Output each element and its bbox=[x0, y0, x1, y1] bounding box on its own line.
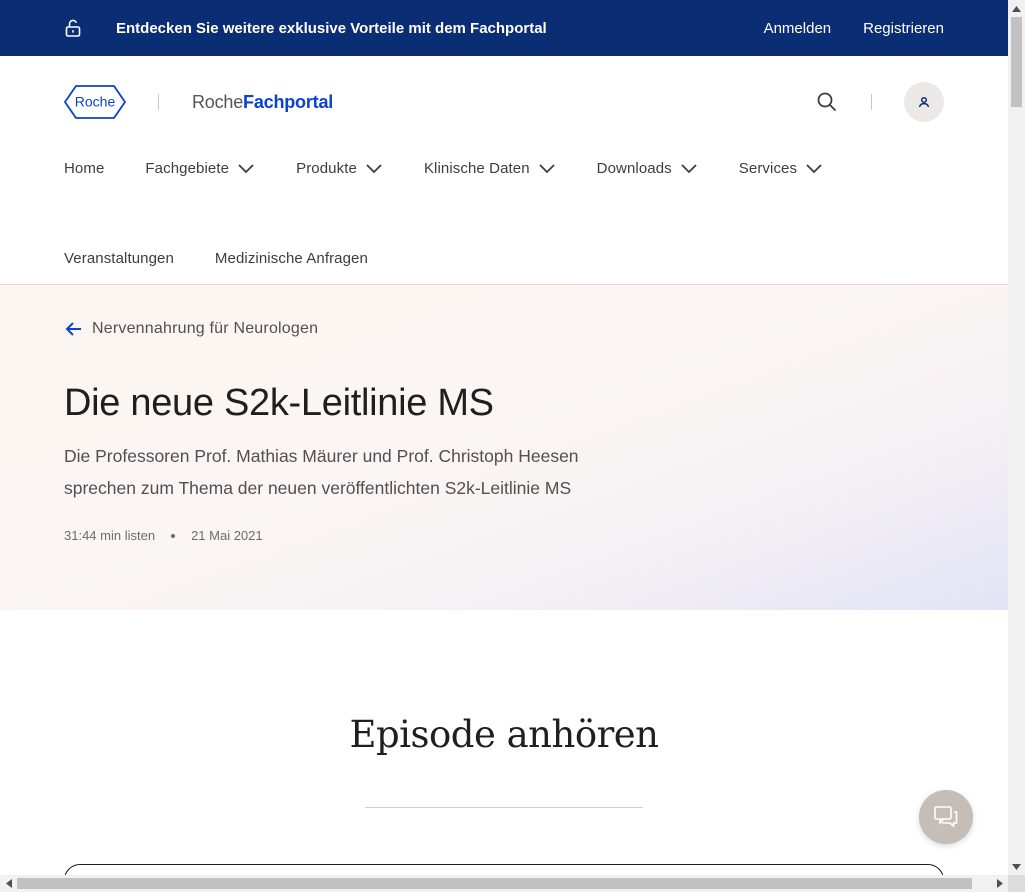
banner-auth-links: Anmelden Registrieren bbox=[764, 20, 944, 37]
chevron-down-icon bbox=[365, 159, 383, 177]
logo-text: Roche bbox=[75, 94, 116, 110]
horizontal-scrollbar[interactable] bbox=[0, 875, 1008, 892]
episode-section-title: Episode anhören bbox=[349, 713, 659, 756]
scrollbar-corner bbox=[1008, 875, 1025, 892]
brand-prefix: Roche bbox=[192, 91, 244, 112]
scroll-right-arrow-icon[interactable] bbox=[991, 875, 1008, 892]
header-divider-right bbox=[871, 94, 872, 110]
horizontal-scroll-thumb[interactable] bbox=[17, 878, 972, 889]
header-actions bbox=[816, 82, 944, 122]
nav-item-klinische-daten[interactable]: Klinische Daten bbox=[424, 159, 556, 177]
nav-item-produkte[interactable]: Produkte bbox=[296, 159, 383, 177]
nav-item-label: Downloads bbox=[596, 159, 672, 177]
hero-section: Nervennahrung für Neurologen Die neue S2… bbox=[0, 285, 1008, 610]
nav-item-label: Home bbox=[64, 159, 105, 177]
banner-promo-text: Entdecken Sie weitere exklusive Vorteile… bbox=[116, 19, 547, 37]
page-title: Die neue S2k-Leitlinie MS bbox=[64, 382, 494, 424]
site-header: Roche RocheFachportal bbox=[0, 56, 1008, 148]
main-navigation: Home Fachgebiete Produkte Klinische Date… bbox=[0, 148, 1008, 285]
nav-item-fachgebiete[interactable]: Fachgebiete bbox=[145, 159, 255, 177]
chevron-down-icon bbox=[805, 159, 823, 177]
nav-item-label: Veranstaltungen bbox=[64, 249, 174, 267]
arrow-left-icon bbox=[64, 319, 84, 339]
login-link[interactable]: Anmelden bbox=[764, 20, 832, 37]
nav-item-services[interactable]: Services bbox=[739, 159, 823, 177]
scroll-up-arrow-icon[interactable] bbox=[1008, 0, 1025, 17]
nav-row-secondary: Veranstaltungen Medizinische Anfragen bbox=[64, 246, 409, 270]
nav-item-label: Fachgebiete bbox=[145, 159, 230, 177]
search-icon[interactable] bbox=[816, 91, 838, 113]
chevron-down-icon bbox=[538, 159, 556, 177]
nav-item-downloads[interactable]: Downloads bbox=[597, 159, 698, 177]
nav-item-label: Klinische Daten bbox=[423, 159, 530, 177]
nav-item-home[interactable]: Home bbox=[64, 160, 104, 177]
page-subtitle: Die Professoren Prof. Mathias Mäurer und… bbox=[64, 446, 579, 498]
brand-suffix: Fachportal bbox=[243, 91, 334, 112]
chevron-down-icon bbox=[237, 159, 255, 177]
roche-logo[interactable]: Roche bbox=[64, 85, 126, 119]
header-divider bbox=[158, 94, 159, 110]
nav-item-veranstaltungen[interactable]: Veranstaltungen bbox=[64, 250, 174, 267]
publish-date: 21 Mai 2021 bbox=[191, 528, 263, 543]
duration-label: 31:44 min listen bbox=[64, 528, 156, 543]
nav-row-primary: Home Fachgebiete Produkte Klinische Date… bbox=[64, 156, 864, 180]
nav-item-medizinische-anfragen[interactable]: Medizinische Anfragen bbox=[215, 250, 368, 267]
episode-divider bbox=[365, 807, 643, 808]
back-link-label: Nervennahrung für Neurologen bbox=[92, 320, 319, 337]
user-account-button[interactable] bbox=[904, 82, 944, 122]
nav-item-label: Produkte bbox=[296, 159, 357, 177]
back-link[interactable]: Nervennahrung für Neurologen bbox=[64, 319, 318, 339]
vertical-scrollbar[interactable] bbox=[1008, 0, 1025, 875]
scroll-left-arrow-icon[interactable] bbox=[0, 875, 17, 892]
chat-button[interactable] bbox=[919, 790, 973, 844]
brand-name[interactable]: RocheFachportal bbox=[192, 92, 333, 113]
episode-player-card[interactable] bbox=[64, 864, 944, 875]
user-icon bbox=[918, 96, 930, 108]
nav-item-label: Services bbox=[738, 159, 798, 177]
meta-separator-dot bbox=[171, 533, 176, 538]
scroll-down-arrow-icon[interactable] bbox=[1008, 858, 1025, 875]
nav-item-label: Medizinische Anfragen bbox=[214, 249, 368, 267]
chevron-down-icon bbox=[680, 159, 698, 177]
chat-icon bbox=[934, 806, 958, 828]
top-banner: Entdecken Sie weitere exklusive Vorteile… bbox=[0, 0, 1008, 56]
page: Entdecken Sie weitere exklusive Vorteile… bbox=[0, 0, 1008, 875]
unlock-icon bbox=[64, 19, 82, 37]
episode-meta: 31:44 min listen 21 Mai 2021 bbox=[64, 528, 263, 543]
vertical-scroll-thumb[interactable] bbox=[1011, 17, 1022, 107]
register-link[interactable]: Registrieren bbox=[863, 20, 944, 37]
